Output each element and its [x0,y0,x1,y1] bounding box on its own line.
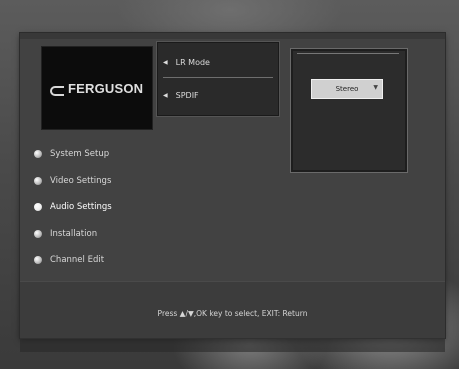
menu-item-label: Channel Edit [50,255,105,265]
submenu-item-spdif[interactable]: ◀ SPDIF [157,81,279,109]
menu-item-channel-edit[interactable]: Channel Edit [34,252,104,268]
logo-wordmark: FERGUSON [50,81,143,96]
bullet-icon [34,256,42,264]
help-hint-text: Press ▲/▼,OK key to select, EXIT: Return [157,309,308,318]
menu-item-label: Audio Settings [50,202,112,212]
submenu-divider [163,77,273,78]
bullet-icon [34,150,42,158]
submenu-item-label: SPDIF [175,90,199,100]
menu-item-video-settings[interactable]: Video Settings [34,173,111,189]
menu-item-audio-settings[interactable]: Audio Settings [34,199,112,215]
audio-submenu: ◀ LR Mode ◀ SPDIF [156,41,280,117]
menu-item-system-setup[interactable]: System Setup [34,146,109,162]
bullet-icon [34,203,42,211]
option-panel: Stereo ▼ [290,48,408,173]
bottom-shadow-band [20,338,445,352]
ferguson-logo-icon [50,84,66,96]
submenu-item-lr-mode[interactable]: ◀ LR Mode [157,48,279,76]
window-top-bar [20,33,445,39]
logo-text: FERGUSON [68,81,144,96]
osd-menu-window: FERGUSON ◀ LR Mode ◀ SPDIF Stereo ▼ Syst… [20,33,445,339]
menu-item-installation[interactable]: Installation [34,226,97,242]
panel-top-line [297,53,399,54]
brand-logo: FERGUSON [41,46,153,130]
submenu-arrow-icon: ◀ [163,91,168,99]
help-bar: Press ▲/▼,OK key to select, EXIT: Return [20,281,445,339]
submenu-arrow-icon: ◀ [163,58,168,66]
dropdown-arrow-icon: ▼ [373,84,378,91]
bullet-icon [34,177,42,185]
select-value: Stereo [335,85,359,93]
menu-item-label: Video Settings [50,176,112,186]
bullet-icon [34,230,42,238]
menu-item-label: System Setup [50,149,110,159]
lr-mode-select[interactable]: Stereo ▼ [311,79,383,99]
submenu-item-label: LR Mode [175,57,210,67]
menu-item-label: Installation [50,229,98,239]
